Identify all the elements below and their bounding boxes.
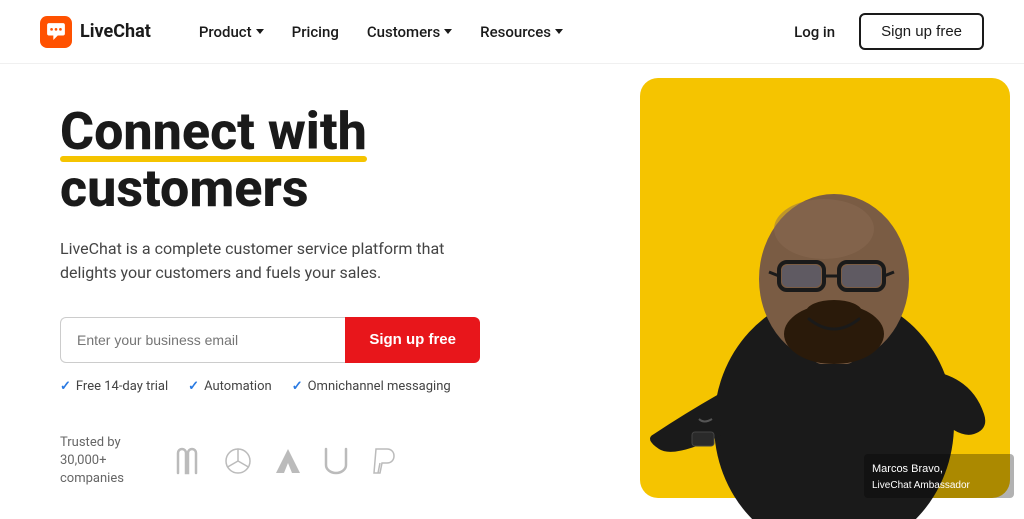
hero-title-line2: customers bbox=[60, 158, 309, 219]
hero-right: Marcos Bravo, LiveChat Ambassador bbox=[520, 64, 1024, 519]
hero-title-line1: Connect with bbox=[60, 103, 367, 160]
mcdonalds-logo bbox=[174, 445, 202, 477]
check-icon: ✓ bbox=[188, 379, 199, 394]
brand-logos bbox=[174, 445, 398, 477]
email-input[interactable] bbox=[60, 317, 345, 363]
ambassador-name-text: Marcos Bravo, bbox=[872, 463, 943, 475]
hero-title: Connect with customers bbox=[60, 103, 480, 217]
person-illustration: Marcos Bravo, LiveChat Ambassador bbox=[604, 64, 1024, 519]
features-list: ✓ Free 14-day trial ✓ Automation ✓ Omnic… bbox=[60, 379, 480, 394]
unilever-logo bbox=[322, 445, 350, 477]
trusted-text: Trusted by 30,000+ companies bbox=[60, 434, 150, 489]
chevron-down-icon bbox=[256, 29, 264, 34]
feature-automation: ✓ Automation bbox=[188, 379, 272, 394]
login-button[interactable]: Log in bbox=[782, 15, 847, 49]
check-icon: ✓ bbox=[60, 379, 71, 394]
logo-text: LiveChat bbox=[80, 21, 151, 42]
feature-automation-label: Automation bbox=[204, 379, 272, 394]
feature-trial-label: Free 14-day trial bbox=[76, 379, 168, 394]
header-actions: Log in Sign up free bbox=[782, 13, 984, 50]
trusted-section: Trusted by 30,000+ companies bbox=[60, 434, 480, 489]
mercedes-logo bbox=[222, 445, 254, 477]
hero-left: Connect with customers LiveChat is a com… bbox=[0, 64, 520, 519]
feature-omnichannel-label: Omnichannel messaging bbox=[308, 379, 451, 394]
main-content: Connect with customers LiveChat is a com… bbox=[0, 64, 1024, 519]
check-icon: ✓ bbox=[292, 379, 303, 394]
main-nav: Product Pricing Customers Resources bbox=[187, 15, 782, 49]
email-form: Sign up free bbox=[60, 317, 480, 363]
nav-customers[interactable]: Customers bbox=[355, 15, 464, 49]
ambassador-title-text: LiveChat Ambassador bbox=[872, 480, 971, 491]
adobe-logo bbox=[274, 445, 302, 477]
feature-omnichannel: ✓ Omnichannel messaging bbox=[292, 379, 451, 394]
logo[interactable]: LiveChat bbox=[40, 16, 151, 48]
ambassador-image: Marcos Bravo, LiveChat Ambassador bbox=[604, 64, 1024, 519]
nav-pricing[interactable]: Pricing bbox=[280, 15, 351, 49]
paypal-logo bbox=[370, 445, 398, 477]
nav-product[interactable]: Product bbox=[187, 15, 276, 49]
header-signup-button[interactable]: Sign up free bbox=[859, 13, 984, 50]
feature-trial: ✓ Free 14-day trial bbox=[60, 379, 168, 394]
livechat-logo-icon bbox=[40, 16, 72, 48]
nav-resources[interactable]: Resources bbox=[468, 15, 575, 49]
hero-image-container: Marcos Bravo, LiveChat Ambassador bbox=[604, 64, 1024, 519]
chevron-down-icon bbox=[444, 29, 452, 34]
header: LiveChat Product Pricing Customers Resou… bbox=[0, 0, 1024, 64]
chevron-down-icon bbox=[555, 29, 563, 34]
hero-subtitle: LiveChat is a complete customer service … bbox=[60, 237, 460, 285]
cta-signup-button[interactable]: Sign up free bbox=[345, 317, 480, 363]
